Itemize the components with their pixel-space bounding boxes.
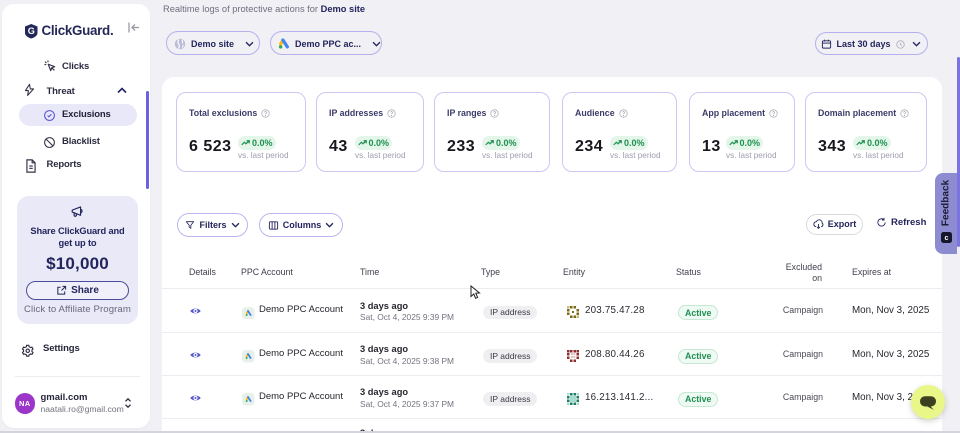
svg-text:c: c	[944, 235, 948, 242]
svg-text:G: G	[28, 26, 35, 36]
